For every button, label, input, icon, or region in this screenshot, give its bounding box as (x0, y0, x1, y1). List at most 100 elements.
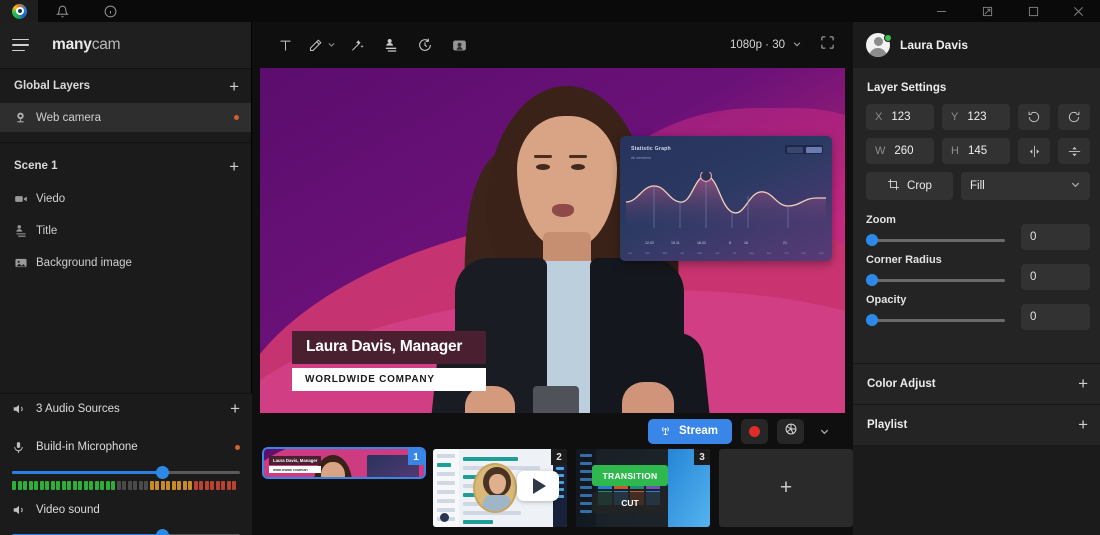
field-value: 145 (967, 145, 988, 157)
chevron-down-icon[interactable] (1070, 179, 1081, 193)
layer-label: Web camera (36, 111, 101, 124)
graph-footer-label: Feb (645, 252, 650, 255)
resolution-selector[interactable]: 1080p · 30 (730, 39, 802, 52)
sidebar-item-web-camera[interactable]: Web camera (0, 103, 251, 132)
playlist-section[interactable]: Playlist + (853, 404, 1100, 445)
graph-title: Statistic Graph (631, 146, 671, 152)
moon-icon (440, 513, 449, 522)
audio-sources-panel: 3 Audio Sources + Build-in Microphone Vi… (0, 393, 252, 535)
scene-number-badge: 2 (551, 449, 567, 465)
restore-button[interactable] (964, 0, 1010, 22)
broadcast-icon (659, 423, 672, 439)
x-position-field[interactable]: X 123 (866, 104, 934, 130)
add-scene-layer-button[interactable]: + (229, 158, 239, 175)
global-layers-title: Global Layers (14, 80, 91, 92)
hamburger-menu-icon[interactable] (10, 38, 36, 52)
stream-controls: Stream (252, 413, 853, 449)
stream-button[interactable]: Stream (648, 418, 732, 444)
width-field[interactable]: W 260 (866, 138, 934, 164)
maximize-button[interactable] (1010, 0, 1056, 22)
video-preview[interactable]: Statistic Graph All members 12.02 15.11 … (260, 68, 845, 413)
chevron-down-icon[interactable] (792, 39, 802, 52)
user-account-bar[interactable]: Laura Davis (853, 22, 1100, 68)
sidebar-item-title[interactable]: Title (0, 215, 251, 247)
timer-icon[interactable] (408, 28, 442, 62)
brand-bar: manycam (0, 22, 251, 68)
stream-button-label: Stream (679, 425, 718, 437)
audio-sources-header: 3 Audio Sources + (0, 394, 252, 424)
scene-1-name: Laura Davis, Manager (269, 456, 322, 465)
graph-footer-label: Aug (749, 252, 754, 255)
scene-header: Scene 1 + (0, 149, 251, 183)
scene-thumbnail-2[interactable]: 2 (433, 449, 567, 527)
image-icon (14, 256, 36, 270)
magic-wand-icon[interactable] (340, 28, 374, 62)
y-position-field[interactable]: Y 123 (942, 104, 1010, 130)
expand-color-adjust-button[interactable]: + (1078, 374, 1088, 394)
corner-radius-slider[interactable]: Corner Radius (853, 250, 1015, 289)
add-global-layer-button[interactable]: + (229, 78, 239, 95)
bell-icon[interactable] (38, 0, 86, 22)
opacity-value[interactable]: 0 (1021, 304, 1090, 330)
color-adjust-label: Color Adjust (867, 378, 936, 390)
microphone-volume-slider[interactable] (0, 462, 252, 479)
rotate-cw-icon[interactable] (1058, 104, 1090, 130)
zoom-slider[interactable]: Zoom (853, 210, 1015, 249)
video-sound-volume-slider[interactable] (0, 525, 252, 535)
presenter-name: Laura Davis, Manager (292, 331, 486, 364)
rotate-ccw-icon[interactable] (1018, 104, 1050, 130)
flip-horizontal-icon[interactable] (1018, 138, 1050, 164)
color-adjust-section[interactable]: Color Adjust + (853, 363, 1100, 404)
lower-third-icon[interactable] (374, 28, 408, 62)
flip-vertical-icon[interactable] (1058, 138, 1090, 164)
chevron-down-icon[interactable] (327, 36, 336, 54)
add-audio-source-button[interactable]: + (230, 399, 240, 419)
text-T-icon[interactable] (268, 28, 302, 62)
opacity-slider[interactable]: Opacity (853, 290, 1015, 329)
chroma-key-icon[interactable] (442, 28, 476, 62)
sidebar-item-video[interactable]: Viedo (0, 183, 251, 215)
participant-bubble (473, 463, 517, 513)
graph-footer-label: Sep (766, 252, 772, 255)
record-dot-icon (749, 425, 760, 437)
scene-thumbnail-1[interactable]: Laura Davis, Manager WORLDWIDE COMPANY 1 (264, 449, 424, 477)
audio-source-video-sound[interactable]: Video sound (0, 495, 252, 525)
corner-radius-value[interactable]: 0 (1021, 264, 1090, 290)
left-sidebar: manycam Global Layers + Web camera Scene… (0, 22, 252, 535)
crop-icon (887, 178, 900, 194)
expand-playlist-button[interactable]: + (1078, 415, 1088, 435)
height-field[interactable]: H 145 (942, 138, 1010, 164)
fit-mode-select[interactable]: Fill (961, 172, 1090, 200)
zoom-value[interactable]: 0 (1021, 224, 1090, 250)
corner-radius-slider-row: Corner Radius 0 (853, 250, 1100, 290)
sidebar-item-background-image[interactable]: Background image (0, 247, 251, 279)
scene-layers-pane: Scene 1 + Viedo Title Background image (0, 149, 251, 354)
pencil-icon[interactable] (302, 28, 340, 62)
x-label: 16 (744, 241, 748, 245)
opacity-slider-row: Opacity 0 (853, 290, 1100, 330)
layer-status-dot (234, 115, 239, 120)
add-scene-button[interactable]: + (719, 449, 853, 527)
microphone-icon (12, 441, 36, 454)
preview-canvas: Statistic Graph All members 12.02 15.11 … (260, 68, 845, 413)
presenter-company: WORLDWIDE COMPANY (292, 368, 486, 391)
snapshot-button[interactable] (777, 418, 804, 444)
more-options-button[interactable] (813, 419, 835, 444)
fullscreen-icon[interactable] (820, 35, 835, 55)
crop-button[interactable]: Crop (866, 172, 953, 200)
record-button[interactable] (741, 418, 768, 444)
graph-footer-labels: Jan Feb Mar Apr May Jun Jul Aug Sep Oct Nov Dec (628, 252, 824, 255)
graph-footer-label: Apr (680, 252, 685, 255)
field-key: W (875, 145, 886, 157)
field-key: H (951, 145, 959, 157)
scene-thumbnail-3[interactable]: TRANSITION CUT 3 (576, 449, 710, 527)
info-icon[interactable] (86, 0, 134, 22)
audio-source-microphone[interactable]: Build-in Microphone (0, 432, 252, 462)
size-fields-row: W 260 H 145 (853, 138, 1100, 172)
window-controls (918, 0, 1100, 22)
statistic-graph-overlay: Statistic Graph All members 12.02 15.11 … (620, 136, 832, 261)
app-logo-icon[interactable] (0, 0, 38, 22)
close-button[interactable] (1056, 0, 1100, 22)
shutter-icon (784, 422, 798, 441)
minimize-button[interactable] (918, 0, 964, 22)
